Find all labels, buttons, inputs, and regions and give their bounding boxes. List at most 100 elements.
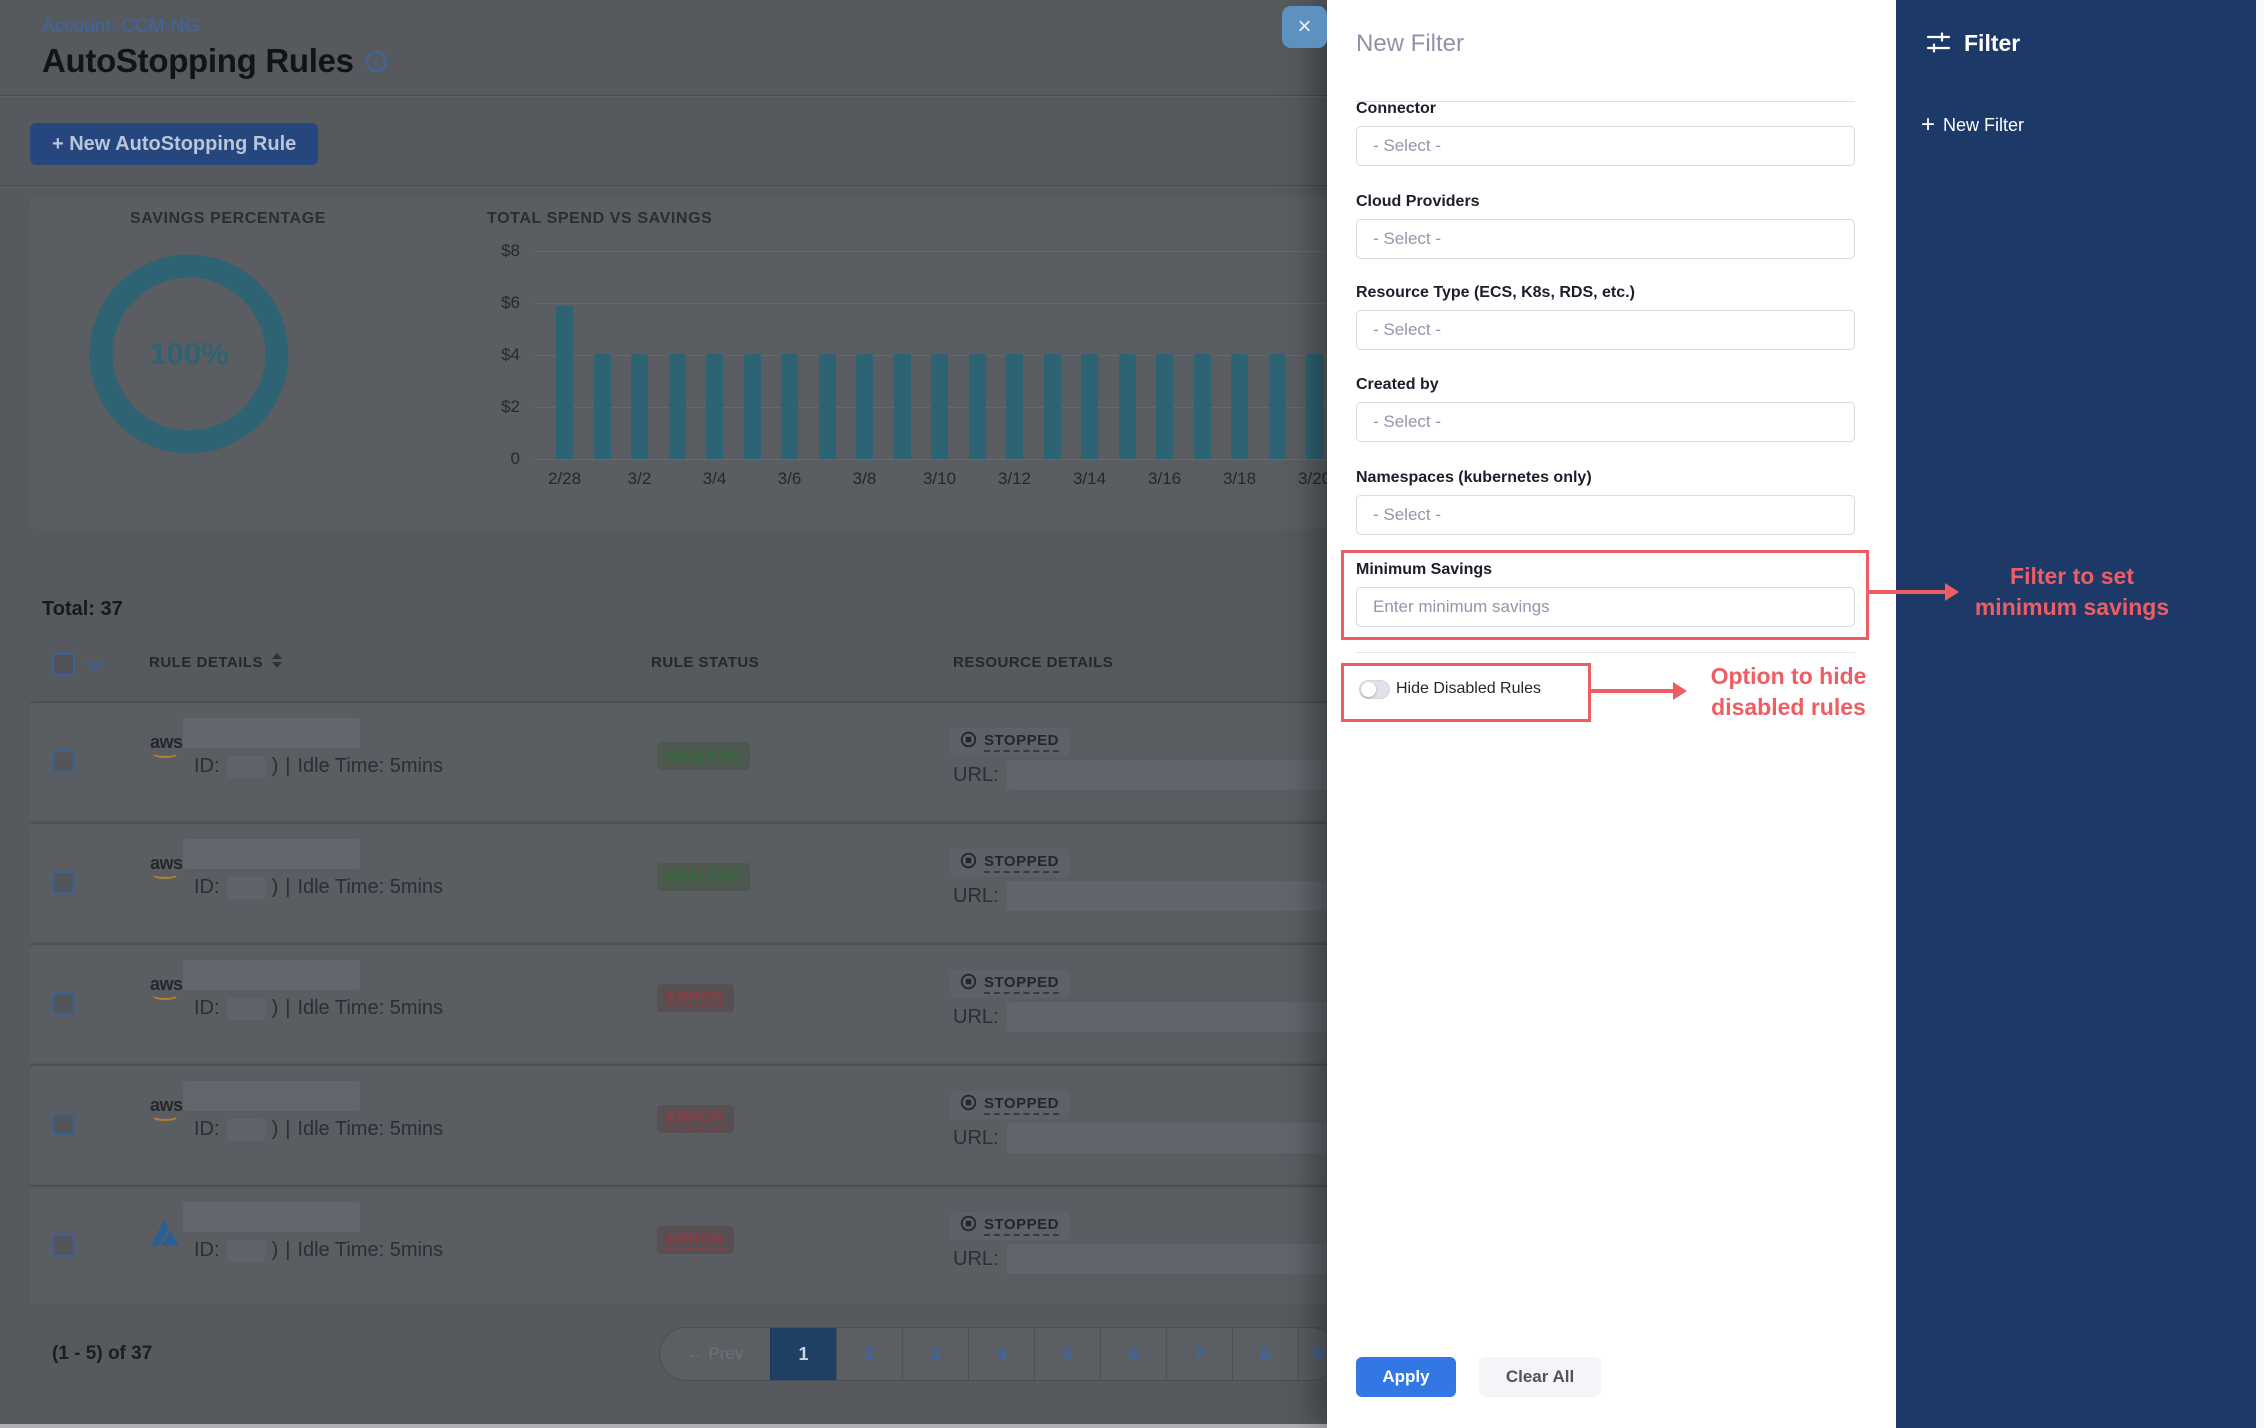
url-redacted [1007,1002,1347,1032]
pagination: ← Prev12345678N [660,1328,1338,1380]
rule-id-redacted [227,1240,265,1262]
pagination-page-2[interactable]: 2 [836,1328,902,1380]
resource-url-line: URL: [953,881,1347,911]
row-checkbox[interactable] [52,992,75,1015]
pagination-prev-button[interactable]: ← Prev [660,1328,770,1380]
stopped-icon [960,731,977,753]
new-filter-button[interactable]: + New Filter [1921,113,2024,137]
resource-state-chip[interactable]: STOPPED [950,728,1069,756]
url-redacted [1007,1123,1347,1153]
bar [894,354,911,459]
rule-status-text: HEALTHY [667,748,740,765]
field-label-created-by: Created by [1356,376,1439,394]
bar [631,354,648,459]
rule-status-text: ERROR [667,1109,724,1129]
id-label: ID: [194,997,220,1020]
x-axis-tick-label: 3/4 [683,469,747,489]
annotation-text-hide-disabled: Option to hide disabled rules [1686,661,1891,723]
rule-id-line: ID:)|Idle Time: 5mins [194,755,443,778]
select-all-checkbox[interactable] [52,653,75,676]
bar [1194,354,1211,459]
url-label: URL: [953,1248,999,1271]
pagination-page-8[interactable]: 8 [1232,1328,1298,1380]
stopped-icon [960,1215,977,1237]
x-axis-tick-label: 3/16 [1133,469,1197,489]
select-connector[interactable]: - Select - [1356,126,1855,166]
annotation-box-minimum-savings [1341,550,1869,640]
row-checkbox[interactable] [52,750,75,773]
bar [1119,354,1136,459]
savings-percentage-title: SAVINGS PERCENTAGE [130,210,326,228]
x-axis-tick-label: 3/18 [1208,469,1272,489]
annotation-line: minimum savings [1952,592,2192,623]
pagination-page-7[interactable]: 7 [1166,1328,1232,1380]
id-label: ID: [194,876,220,899]
rule-name-redacted [183,839,360,869]
pagination-page-1[interactable]: 1 [770,1328,836,1380]
resource-state-chip[interactable]: STOPPED [950,970,1069,998]
url-redacted [1007,760,1347,790]
resource-state-chip[interactable]: STOPPED [950,1091,1069,1119]
rule-status-text: HEALTHY [667,869,740,886]
pagination-page-3[interactable]: 3 [902,1328,968,1380]
rule-id-line: ID:)|Idle Time: 5mins [194,1118,443,1141]
bar [556,306,573,459]
rule-status-badge[interactable]: ERROR [657,1105,734,1133]
chevron-down-icon[interactable] [86,659,104,672]
idle-time-label: Idle Time: 5mins [297,1118,443,1141]
bar [781,354,798,459]
sort-icon[interactable] [272,653,282,668]
breadcrumb-account-link[interactable]: Account: CCM-NG [42,16,199,38]
select-namespaces-kubernetes-only-[interactable]: - Select - [1356,495,1855,535]
apply-button[interactable]: Apply [1356,1357,1456,1397]
bar [1006,354,1023,459]
sort-asc-arrow [272,653,282,659]
separator: | [285,1239,290,1262]
row-checkbox[interactable] [52,1113,75,1136]
rule-name-redacted [183,1081,360,1111]
drawer-section-divider [1356,652,1855,653]
donut-value-label: 100% [84,249,294,459]
rule-status-badge[interactable]: ERROR [657,1226,734,1254]
row-checkbox[interactable] [52,871,75,894]
annotation-text-minimum-savings: Filter to set minimum savings [1952,561,2192,623]
rule-name-redacted [183,718,360,748]
rule-status-text: ERROR [667,1230,724,1250]
filter-sliders-icon [1925,30,1952,57]
rule-status-badge[interactable]: ERROR [657,984,734,1012]
pagination-page-5[interactable]: 5 [1034,1328,1100,1380]
total-count-label: Total: 37 [42,598,123,621]
pagination-page-4[interactable]: 4 [968,1328,1034,1380]
select-resource-type-ecs-k8s-rds-etc-[interactable]: - Select - [1356,310,1855,350]
rule-name-redacted [183,1202,360,1232]
scrollbar-track[interactable] [2256,0,2264,1428]
plus-icon: + [1921,113,1935,137]
new-filter-label: New Filter [1943,115,2024,136]
column-header-rule-details: RULE DETAILS [149,654,263,671]
stopped-icon [960,1094,977,1116]
filter-panel-title: Filter [1964,30,2020,57]
resource-url-line: URL: [953,1002,1347,1032]
info-icon[interactable]: i [366,51,387,72]
resource-state-chip[interactable]: STOPPED [950,849,1069,877]
clear-all-button[interactable]: Clear All [1479,1357,1601,1397]
url-label: URL: [953,764,999,787]
select-cloud-providers[interactable]: - Select - [1356,219,1855,259]
new-autostopping-rule-button[interactable]: + New AutoStopping Rule [30,123,318,165]
page-title-row: AutoStopping Rules i [42,42,387,80]
pagination-page-6[interactable]: 6 [1100,1328,1166,1380]
select-created-by[interactable]: - Select - [1356,402,1855,442]
filter-side-panel: Filter + New Filter [1896,0,2256,1428]
row-checkbox[interactable] [52,1234,75,1257]
x-axis-tick-label: 3/8 [833,469,897,489]
close-drawer-button[interactable]: × [1282,6,1327,48]
bar [1156,354,1173,459]
resource-state-chip[interactable]: STOPPED [950,1212,1069,1240]
bar [1044,354,1061,459]
x-axis-tick-label: 3/2 [608,469,672,489]
x-axis-tick-label: 2/28 [533,469,597,489]
column-header-rule-status: RULE STATUS [651,654,759,671]
x-axis-tick-label: 3/14 [1058,469,1122,489]
field-label-connector: Connector [1356,100,1436,118]
rule-id-line: ID:)|Idle Time: 5mins [194,997,443,1020]
